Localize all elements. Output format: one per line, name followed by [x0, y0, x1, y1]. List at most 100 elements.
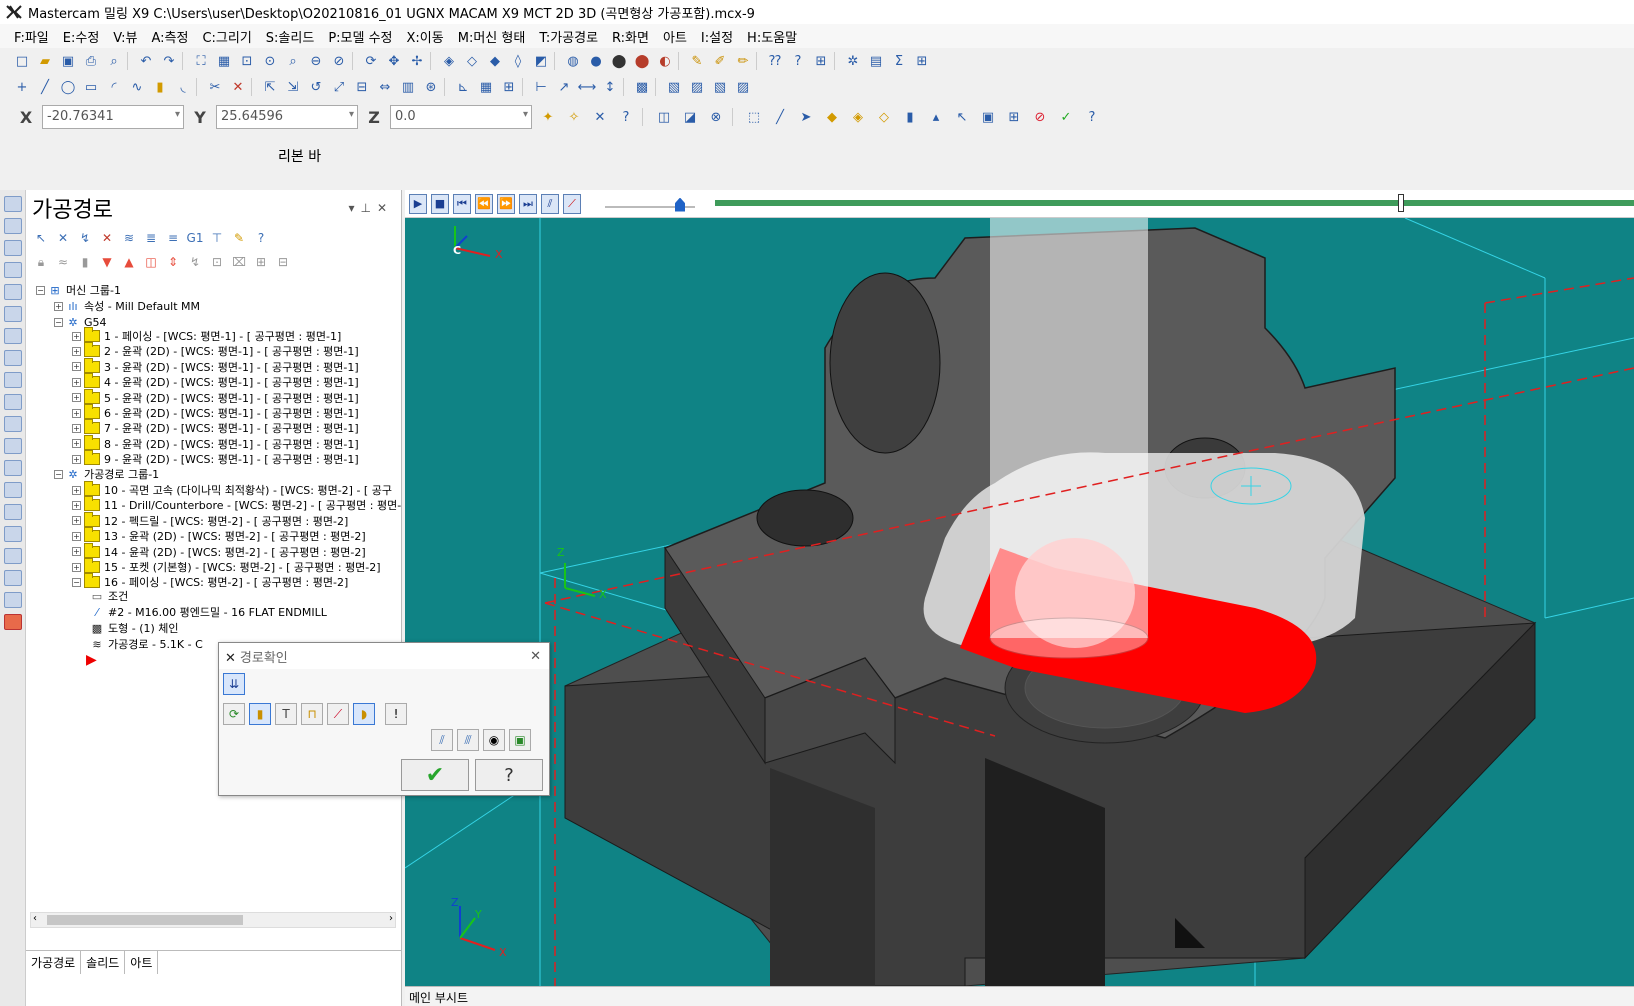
toolpath-b-icon[interactable]: ▨	[687, 77, 707, 97]
tree-node-operation[interactable]: +11 - Drill/Counterbore - [WCS: 평면-2] - …	[72, 496, 401, 513]
zoom-selected-icon[interactable]: ⌕	[283, 51, 303, 71]
shaded-edges-icon[interactable]: ⬤	[609, 51, 629, 71]
context-help-icon[interactable]: ⁇	[765, 51, 785, 71]
expand-icon[interactable]: +	[72, 516, 81, 526]
stop-icon[interactable]: ⊘	[1030, 107, 1050, 127]
expand-icon[interactable]: +	[54, 301, 63, 311]
menu-draw[interactable]: C:그리기	[202, 27, 251, 46]
pan-icon[interactable]: ✢	[407, 51, 427, 71]
clear-icon[interactable]: ✕	[590, 107, 610, 127]
select-dirty-ops-icon[interactable]: ✕	[54, 230, 72, 246]
repaint-icon[interactable]: ▦	[214, 51, 234, 71]
strip-tool-11-icon[interactable]	[4, 416, 22, 432]
distance-icon[interactable]: ⊞	[811, 51, 831, 71]
right-view-icon[interactable]: ◊	[508, 51, 528, 71]
highlight-icon[interactable]: ✏	[733, 51, 753, 71]
zoom-window-icon[interactable]: ⊡	[237, 51, 257, 71]
filter-icon[interactable]: ⊞	[1004, 107, 1024, 127]
unselect-icon[interactable]: ⊗	[706, 107, 726, 127]
redo-icon[interactable]: ↷	[159, 51, 179, 71]
step-mode-button[interactable]: ⫽	[431, 729, 453, 751]
tool-display-icon[interactable]: ⟋	[563, 193, 581, 214]
z-coordinate-field[interactable]: 0.0	[390, 105, 532, 129]
insert-arrow-icon[interactable]: ◫	[142, 254, 160, 270]
solid-select-icon[interactable]: ◆	[822, 107, 842, 127]
horizontal-dim-icon[interactable]: ⟷	[577, 77, 597, 97]
save-icon[interactable]: ▣	[58, 51, 78, 71]
simulate-icon[interactable]: ≡	[164, 230, 182, 246]
sum-icon[interactable]: Σ	[889, 51, 909, 71]
ok-icon[interactable]: ✓	[1056, 107, 1076, 127]
menu-file[interactable]: F:파일	[14, 27, 49, 46]
mirror-icon[interactable]: ⇲	[283, 77, 303, 97]
expand-icon[interactable]: +	[72, 393, 81, 403]
print-preview-icon[interactable]: ⌕	[104, 51, 124, 71]
menu-model-prep[interactable]: P:모델 수정	[328, 27, 392, 46]
fit-icon[interactable]: ⛶	[191, 51, 211, 71]
settings-icon[interactable]: ✲	[843, 51, 863, 71]
y-coordinate-field[interactable]: 25.64596	[216, 105, 358, 129]
pin-icon[interactable]: ⊥	[360, 201, 376, 215]
x-coordinate-field[interactable]: -20.76341	[42, 105, 184, 129]
strip-tool-13-icon[interactable]	[4, 460, 22, 476]
fillet-icon[interactable]: ◟	[173, 77, 193, 97]
strip-tool-3-icon[interactable]	[4, 240, 22, 256]
display-rapid-button[interactable]: ⊓	[301, 703, 323, 725]
graphics-viewport[interactable]: C X Z X Y X Z	[405, 218, 1634, 986]
stock-icon[interactable]: ⊞	[252, 254, 270, 270]
pencil-icon[interactable]: ✎	[687, 51, 707, 71]
stretch-icon[interactable]: ⇔	[375, 77, 395, 97]
tree-node-operation[interactable]: +10 - 곡면 고속 (다이나믹 최적황삭) - [WCS: 평면-2] - …	[72, 481, 392, 498]
help-panel-icon[interactable]: ?	[252, 230, 270, 246]
rotate-icon[interactable]: ⟳	[361, 51, 381, 71]
tree-node-operation[interactable]: +12 - 펙드릴 - [WCS: 평면-2] - [ 공구평면 : 평면-2]	[72, 511, 348, 529]
expand-icon[interactable]: +	[72, 377, 81, 387]
scroll-thumb[interactable]	[47, 915, 243, 925]
rotate-xform-icon[interactable]: ↺	[306, 77, 326, 97]
screenshot-button[interactable]: ◉	[483, 729, 505, 751]
post-icon[interactable]: ⊤	[208, 230, 226, 246]
open-file-icon[interactable]: ▰	[35, 51, 55, 71]
expand-icon[interactable]: +	[72, 362, 81, 372]
menu-analyze[interactable]: A:측정	[151, 27, 188, 46]
expand-icon[interactable]: +	[72, 408, 81, 418]
backface-icon[interactable]: ◐	[655, 51, 675, 71]
strip-tool-5-icon[interactable]	[4, 284, 22, 300]
trim-icon[interactable]: ✂	[205, 77, 225, 97]
display-endpoints-button[interactable]: ⟋	[327, 703, 349, 725]
menu-settings[interactable]: I:설정	[701, 27, 733, 46]
tree-node-operation[interactable]: +7 - 윤곽 (2D) - [WCS: 평면-1] - [ 공구평면 : 평면…	[72, 419, 359, 436]
translucent-icon[interactable]: ⬤	[632, 51, 652, 71]
expand-icon[interactable]: +	[72, 346, 81, 356]
unzoom-icon[interactable]: ⊖	[306, 51, 326, 71]
strip-tool-9-icon[interactable]	[4, 372, 22, 388]
strip-tool-17-icon[interactable]	[4, 548, 22, 564]
edge-icon[interactable]: ▮	[900, 107, 920, 127]
tree-node-operation[interactable]: +6 - 윤곽 (2D) - [WCS: 평면-1] - [ 공구평면 : 평면…	[72, 404, 359, 421]
grid-icon[interactable]: ▦	[476, 77, 496, 97]
strip-tool-4-icon[interactable]	[4, 262, 22, 278]
tree-node-operation[interactable]: +2 - 윤곽 (2D) - [WCS: 평면-1] - [ 공구평면 : 평면…	[72, 342, 359, 359]
view-dropdown-icon[interactable]: ◩	[531, 51, 551, 71]
expand-icon[interactable]: +	[72, 531, 81, 541]
expand-dialog-button[interactable]: ⇊	[223, 673, 245, 695]
scroll-left-icon[interactable]: ‹	[33, 913, 37, 924]
tree-node-tool[interactable]: ⁄ #2 - M16.00 평엔드밀 - 16 FLAT ENDMILL	[90, 604, 327, 620]
face-icon[interactable]: ◇	[874, 107, 894, 127]
speed-slider[interactable]	[605, 194, 695, 214]
rewind-icon[interactable]: ⏮	[453, 193, 471, 214]
tree-node-geometry[interactable]: ▩ 도형 - (1) 체인	[90, 620, 179, 636]
backplot-progress-bar[interactable]	[715, 194, 1634, 212]
strip-tool-7-icon[interactable]	[4, 328, 22, 344]
scale-icon[interactable]: ⤢	[329, 77, 349, 97]
options-icon[interactable]: ▤	[866, 51, 886, 71]
progress-cursor[interactable]	[1398, 194, 1404, 212]
select-only-icon[interactable]: ◪	[680, 107, 700, 127]
zoom-out-icon[interactable]: ⊘	[329, 51, 349, 71]
tree-node-operation[interactable]: +9 - 윤곽 (2D) - [WCS: 평면-1] - [ 공구평면 : 평면…	[72, 450, 359, 467]
tree-node-operation[interactable]: +8 - 윤곽 (2D) - [WCS: 평면-1] - [ 공구평면 : 평면…	[72, 434, 359, 452]
expand-icon[interactable]: +	[72, 547, 81, 557]
tab-art[interactable]: 아트	[125, 951, 159, 974]
dimension-icon[interactable]: ⊢	[531, 77, 551, 97]
close-icon[interactable]: ✕	[377, 201, 393, 215]
